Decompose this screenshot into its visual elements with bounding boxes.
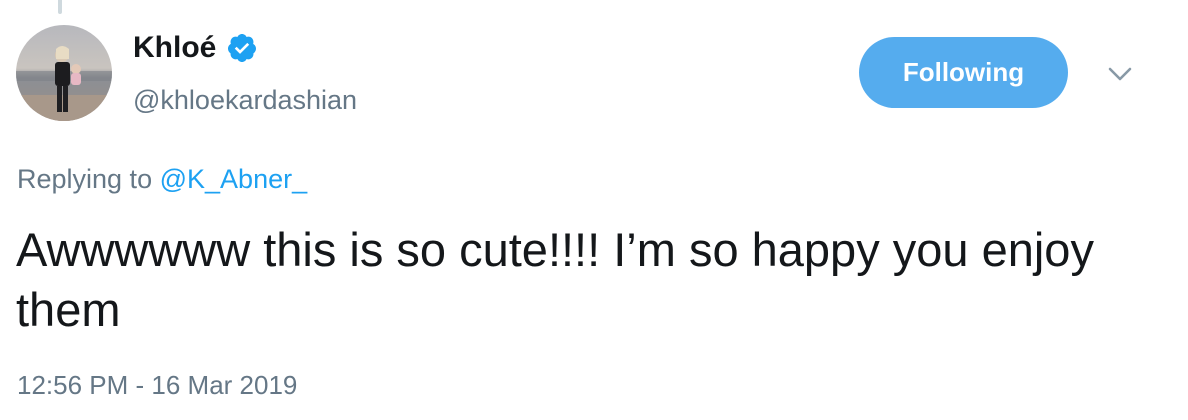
- tweet-text: Awwwwww this is so cute!!!! I’m so happy…: [16, 223, 1094, 336]
- avatar[interactable]: [16, 25, 112, 121]
- reply-context-prefix: Replying to: [17, 164, 153, 194]
- following-button[interactable]: Following: [859, 37, 1068, 108]
- reply-context: Replying to @K_Abner_: [17, 163, 307, 195]
- avatar-photo: [16, 25, 112, 121]
- tweet-timestamp[interactable]: 12:56 PM - 16 Mar 2019: [17, 369, 297, 401]
- author-handle[interactable]: @khloekardashian: [133, 84, 357, 116]
- thread-connector-line: [58, 0, 62, 14]
- author-name-row[interactable]: Khloé: [133, 30, 258, 66]
- tweet-card: Khloé @khloekardashian Following Replyin…: [0, 0, 1188, 420]
- reply-mention-link[interactable]: @K_Abner_: [160, 164, 308, 194]
- display-name[interactable]: Khloé: [133, 30, 216, 66]
- chevron-down-icon[interactable]: [1106, 64, 1134, 84]
- verified-badge-icon: [228, 34, 257, 62]
